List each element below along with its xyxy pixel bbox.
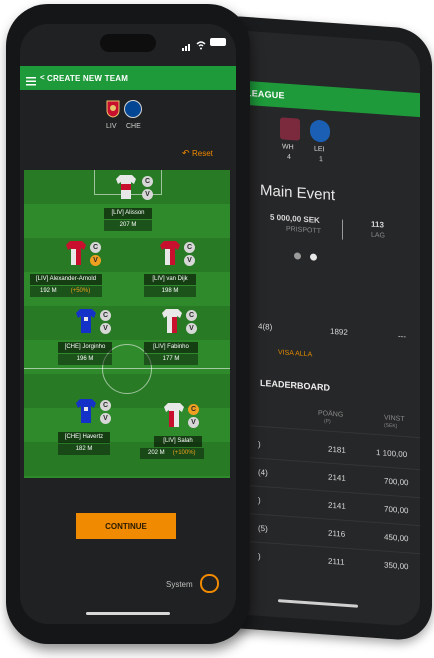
header-title: CREATE NEW TEAM xyxy=(47,74,129,83)
lb-row-points: 2141 xyxy=(328,500,346,511)
captain-badge[interactable]: C xyxy=(184,242,195,253)
lb-row-prize: 700,00 xyxy=(384,476,409,488)
player-name-salah: [LIV] Salah xyxy=(154,436,202,447)
vice-captain-badge[interactable]: V xyxy=(188,417,199,428)
lb-row-prize: 350,00 xyxy=(384,560,409,572)
captain-badge-selected[interactable]: C xyxy=(188,404,199,415)
player-price-fabinho: 177 M xyxy=(144,354,198,365)
vice-captain-badge[interactable]: V xyxy=(100,323,111,334)
carousel-dot[interactable] xyxy=(294,252,301,260)
westham-crest-icon xyxy=(280,117,300,141)
player-name-alexander-arnold: [LIV] Alexander-Arnold xyxy=(30,274,102,285)
pitch-stripe xyxy=(24,306,230,340)
my-position: 4(8) xyxy=(258,321,273,332)
leaderboard-title: LEADERBOARD xyxy=(260,377,331,393)
system-toggle-icon[interactable] xyxy=(200,574,219,593)
front-phone-screen: < CREATE NEW TEAM LIV CHE ↶ Reset C V [L… xyxy=(20,24,236,624)
home-indicator xyxy=(278,599,358,608)
continue-button[interactable]: CONTINUE xyxy=(76,513,176,539)
divider xyxy=(342,219,343,240)
notch xyxy=(100,34,156,52)
player-price-jorginho: 196 M xyxy=(58,354,112,365)
vice-captain-badge[interactable]: V xyxy=(142,189,153,200)
prize-value: 5 000,00 SEK xyxy=(270,212,320,226)
liverpool-crest-icon xyxy=(106,100,120,118)
system-label: System xyxy=(166,580,193,589)
col-prize-header: VINST xyxy=(384,414,405,423)
lb-row-pos: (4) xyxy=(258,467,268,478)
reset-icon: ↶ xyxy=(182,148,190,158)
vice-captain-badge[interactable]: V xyxy=(184,255,195,266)
front-phone: < CREATE NEW TEAM LIV CHE ↶ Reset C V [L… xyxy=(6,4,250,644)
player-shirt-alexander-arnold[interactable] xyxy=(64,240,88,266)
col-points-header: POÄNG xyxy=(318,409,344,419)
team-abbr-lei: LEI xyxy=(314,145,325,154)
lb-row-points: 2181 xyxy=(328,444,346,455)
vice-captain-badge-selected[interactable]: V xyxy=(90,255,101,266)
away-team-abbr: CHE xyxy=(126,123,141,130)
player-name-jorginho: [CHE] Jorginho xyxy=(58,342,112,353)
team-abbr-wh: WH xyxy=(282,143,294,152)
captain-badge[interactable]: C xyxy=(100,400,111,411)
player-name-alisson: [LIV] Alisson xyxy=(104,208,152,219)
create-team-header: < CREATE NEW TEAM xyxy=(20,66,236,90)
captain-badge[interactable]: C xyxy=(90,242,101,253)
battery-icon xyxy=(210,38,226,46)
player-name-van-dijk: [LIV] van Dijk xyxy=(144,274,196,285)
lb-row-points: 2141 xyxy=(328,472,346,483)
player-shirt-salah[interactable] xyxy=(162,402,186,428)
player-shirt-jorginho[interactable] xyxy=(74,308,98,334)
carousel-dot-active[interactable] xyxy=(310,253,317,261)
my-points: 1892 xyxy=(330,326,348,338)
teams-count: 113 xyxy=(371,219,384,230)
chelsea-crest-icon xyxy=(124,100,142,118)
team-score-lei: 1 xyxy=(319,156,323,164)
lb-row-pos: (5) xyxy=(258,523,268,534)
captain-badge[interactable]: C xyxy=(186,310,197,321)
back-chevron-icon[interactable]: < xyxy=(40,73,45,82)
team-score-wh: 4 xyxy=(287,153,291,162)
captain-badge[interactable]: C xyxy=(142,176,153,187)
vice-captain-badge[interactable]: V xyxy=(100,413,111,424)
col-points-sub: (P) xyxy=(324,418,331,425)
signal-icon xyxy=(182,38,192,51)
captain-badge[interactable]: C xyxy=(100,310,111,321)
player-name-fabinho: [LIV] Fabinho xyxy=(144,342,198,353)
player-shirt-van-dijk[interactable] xyxy=(158,240,182,266)
show-all-link[interactable]: VISA ALLA xyxy=(278,349,312,358)
my-prize: --- xyxy=(398,331,406,342)
player-price-salah: 202 M (+100%) xyxy=(140,448,204,459)
league-header-title: LEAGUE xyxy=(246,87,285,101)
player-shirt-havertz[interactable] xyxy=(74,398,98,424)
lb-row-prize: 1 100,00 xyxy=(376,447,408,460)
player-price-alisson: 207 M xyxy=(104,220,152,231)
home-team-abbr: LIV xyxy=(106,123,117,130)
player-price-alexander-arnold: 192 M (+50%) xyxy=(30,286,102,297)
pitch-stripe xyxy=(24,238,230,272)
hamburger-icon[interactable] xyxy=(26,73,36,86)
reset-label: Reset xyxy=(192,149,213,158)
lb-row-prize: 700,00 xyxy=(384,504,409,516)
football-pitch: C V [LIV] Alisson 207 M C V [LIV] Alexan… xyxy=(24,170,230,478)
home-indicator xyxy=(86,612,170,615)
lb-row-prize: 450,00 xyxy=(384,532,409,544)
col-prize-sub: (SEK) xyxy=(384,422,398,430)
player-price-van-dijk: 198 M xyxy=(144,286,196,297)
lb-row-pos: ) xyxy=(258,551,261,561)
teams-label: LAG xyxy=(371,231,386,240)
lb-row-pos: ) xyxy=(258,439,261,449)
event-title: Main Event xyxy=(260,181,336,205)
lb-row-points: 2111 xyxy=(328,556,345,567)
wifi-icon xyxy=(196,37,206,50)
prize-label: PRISPOTT xyxy=(286,225,322,236)
player-price-havertz: 182 M xyxy=(58,444,110,455)
player-shirt-alisson[interactable] xyxy=(114,174,138,200)
vice-captain-badge[interactable]: V xyxy=(186,323,197,334)
player-name-havertz: [CHE] Havertz xyxy=(58,432,110,443)
leicester-crest-icon xyxy=(310,119,330,143)
lb-row-pos: ) xyxy=(258,495,261,505)
player-shirt-fabinho[interactable] xyxy=(160,308,184,334)
lb-row-points: 2116 xyxy=(328,528,346,539)
